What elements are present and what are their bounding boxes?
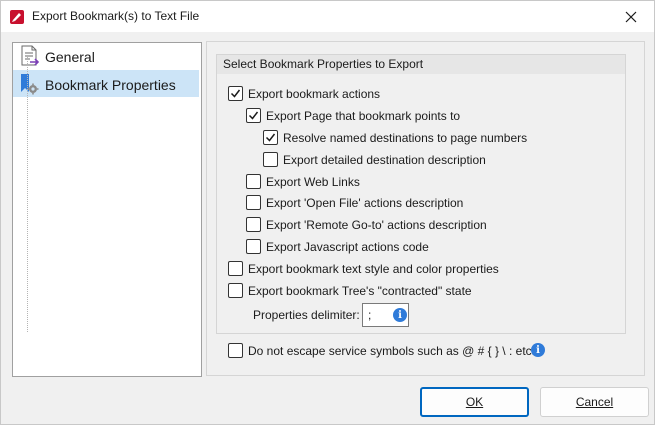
option-export-bookmark-actions[interactable]: Export bookmark actions: [228, 85, 380, 102]
option-label: Export bookmark text style and color pro…: [248, 261, 499, 276]
option-export-text-style[interactable]: Export bookmark text style and color pro…: [228, 260, 499, 277]
tree-connector-line: [27, 56, 28, 332]
checkmark-icon: [248, 111, 259, 120]
option-label: Export detailed destination description: [283, 152, 486, 167]
option-resolve-named[interactable]: Resolve named destinations to page numbe…: [263, 129, 527, 146]
option-export-detailed[interactable]: Export detailed destination description: [263, 151, 486, 168]
ok-button[interactable]: OK: [420, 387, 529, 417]
checkmark-icon: [265, 133, 276, 142]
option-label: Export bookmark Tree's "contracted" stat…: [248, 283, 472, 298]
checkbox[interactable]: [246, 217, 261, 232]
close-icon: [625, 11, 637, 22]
delimiter-value: ;: [368, 308, 372, 322]
group-title: Select Bookmark Properties to Export: [223, 57, 424, 71]
option-export-remote-goto[interactable]: Export 'Remote Go-to' actions descriptio…: [246, 216, 487, 233]
checkmark-icon: [230, 89, 241, 98]
checkbox[interactable]: [246, 195, 261, 210]
option-do-not-escape[interactable]: Do not escape service symbols such as @ …: [228, 342, 535, 359]
nav-item-general-label: General: [45, 49, 95, 65]
properties-delimiter-input[interactable]: ; i: [362, 303, 409, 327]
option-export-open-file[interactable]: Export 'Open File' actions description: [246, 194, 463, 211]
checkbox[interactable]: [263, 152, 278, 167]
option-label: Do not escape service symbols such as @ …: [248, 343, 535, 358]
option-export-contracted[interactable]: Export bookmark Tree's "contracted" stat…: [228, 282, 472, 299]
option-label: Export 'Remote Go-to' actions descriptio…: [266, 217, 487, 232]
option-label: Export 'Open File' actions description: [266, 195, 464, 210]
bookmark-properties-icon: [18, 73, 40, 95]
checkbox[interactable]: [263, 130, 278, 145]
checkbox[interactable]: [246, 108, 261, 123]
nav-item-bookmark-properties[interactable]: Bookmark Properties: [13, 70, 199, 97]
option-label: Export Javascript actions code: [266, 239, 429, 254]
option-export-web-links[interactable]: Export Web Links: [246, 173, 360, 190]
checkbox[interactable]: [246, 239, 261, 254]
checkbox[interactable]: [228, 86, 243, 101]
option-label: Export Web Links: [266, 174, 360, 189]
option-export-javascript[interactable]: Export Javascript actions code: [246, 238, 429, 255]
checkbox[interactable]: [228, 261, 243, 276]
option-export-page[interactable]: Export Page that bookmark points to: [246, 107, 460, 124]
general-page-icon: [18, 45, 40, 67]
pdf-app-icon: [9, 9, 25, 25]
nav-item-general[interactable]: General: [14, 43, 198, 70]
option-label: Resolve named destinations to page numbe…: [283, 130, 528, 145]
nav-item-bookmark-properties-label: Bookmark Properties: [45, 77, 176, 93]
cancel-button[interactable]: Cancel: [540, 387, 649, 417]
option-label: Export bookmark actions: [248, 86, 381, 101]
title-bar: Export Bookmark(s) to Text File: [1, 1, 654, 32]
info-icon[interactable]: i: [531, 343, 545, 357]
window-title: Export Bookmark(s) to Text File: [32, 9, 200, 23]
properties-delimiter-label: Properties delimiter:: [253, 308, 360, 322]
checkbox[interactable]: [228, 343, 243, 358]
info-icon[interactable]: i: [393, 308, 407, 322]
checkbox[interactable]: [246, 174, 261, 189]
option-label: Export Page that bookmark points to: [266, 108, 461, 123]
close-button[interactable]: [608, 1, 654, 32]
checkbox[interactable]: [228, 283, 243, 298]
